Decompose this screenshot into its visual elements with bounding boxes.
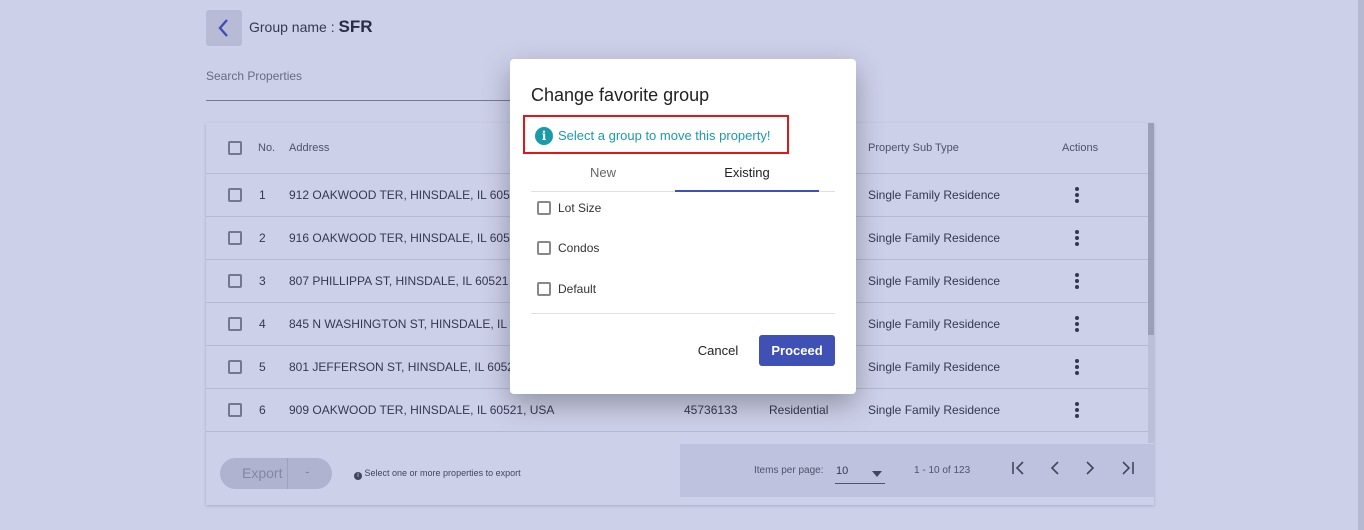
info-icon: i [535,127,553,145]
option-checkbox[interactable] [537,201,551,215]
option-checkbox[interactable] [537,282,551,296]
dialog-title: Change favorite group [531,85,710,105]
tab-existing[interactable]: Existing [675,165,819,192]
group-tabs: New Existing [531,159,835,192]
option-label: Lot Size [558,201,602,215]
info-message: i Select a group to move this property! [523,115,789,154]
option-label: Condos [558,241,600,255]
change-favorite-group-dialog: Change favorite group i Select a group t… [510,59,856,394]
option-checkbox[interactable] [537,241,551,255]
dialog-divider [531,313,835,314]
tab-new[interactable]: New [531,165,675,191]
cancel-button[interactable]: Cancel [692,335,744,365]
proceed-button[interactable]: Proceed [759,335,835,366]
option-label: Default [558,282,597,296]
info-text: Select a group to move this property! [558,128,771,143]
